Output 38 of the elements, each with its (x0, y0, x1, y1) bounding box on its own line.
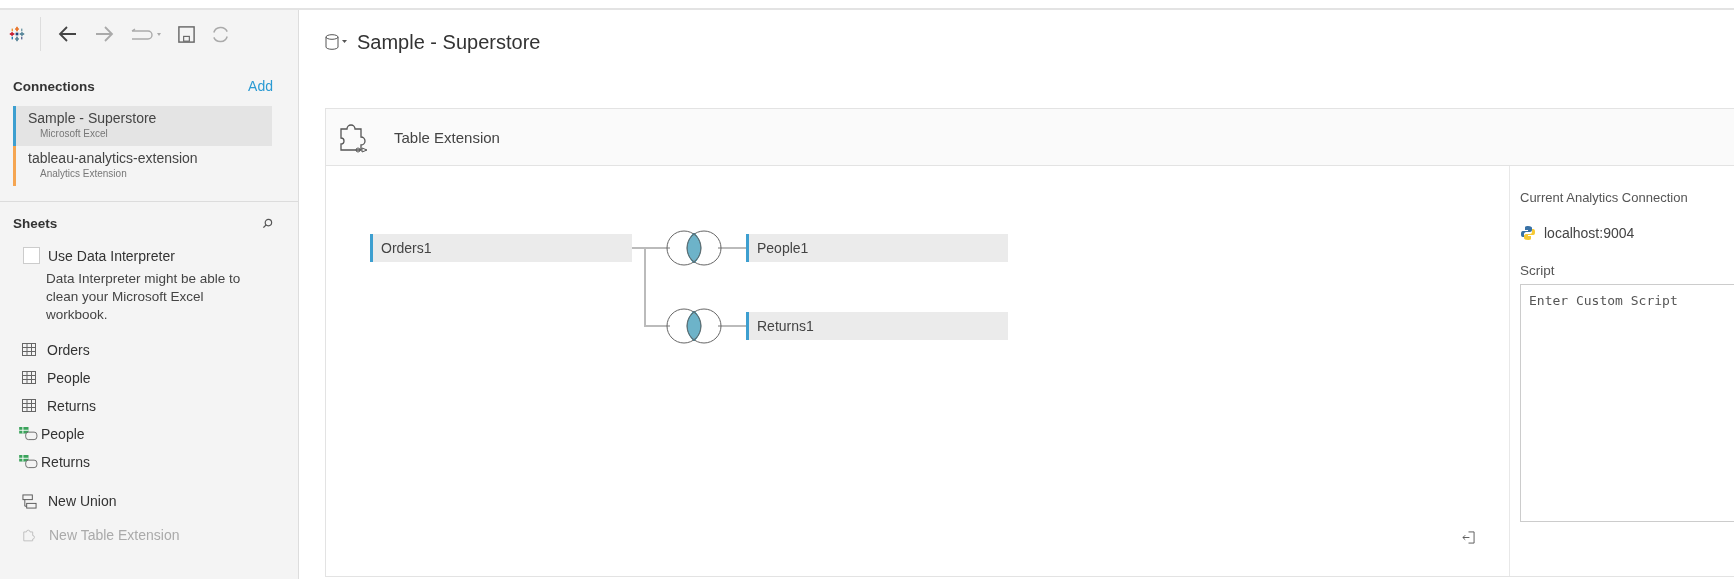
sheet-item[interactable]: Orders (47, 341, 90, 358)
table-icon (22, 399, 36, 412)
puzzle-icon (22, 527, 38, 543)
sheet-item[interactable]: People (41, 425, 85, 442)
datasource-title: Sample - Superstore (357, 30, 541, 54)
database-icon (325, 34, 349, 50)
inner-join-icon[interactable] (666, 308, 722, 344)
connection-name: localhost:9004 (1544, 225, 1635, 241)
panel-title: Table Extension (394, 128, 500, 146)
inner-join-icon[interactable] (666, 230, 722, 266)
sheet-item[interactable]: Returns (41, 453, 91, 470)
named-range-icon (19, 454, 38, 469)
python-icon (1520, 225, 1536, 241)
script-field[interactable]: Enter Custom Script (1520, 284, 1734, 522)
connection-item[interactable]: tableau-analytics-extension Analytics Extension (13, 146, 272, 186)
checkbox-label: Use Data Interpreter (48, 247, 175, 264)
sheet-item[interactable]: Returns (47, 397, 97, 414)
script-label: Script (1520, 263, 1556, 278)
table-node[interactable]: Orders1 (370, 234, 632, 262)
loop-arrow-icon (129, 27, 163, 41)
connection-heading: Current Analytics Connection (1520, 190, 1689, 205)
sheets-heading: Sheets (13, 216, 58, 231)
datasource-menu-button[interactable] (325, 34, 349, 50)
exit-icon[interactable] (1462, 531, 1475, 544)
union-icon (22, 493, 37, 509)
logo-icon (8, 25, 26, 43)
connections-heading: Connections (13, 78, 95, 94)
named-range-icon (19, 426, 38, 441)
table-icon (22, 343, 36, 356)
table-node[interactable]: Returns1 (746, 312, 1008, 340)
table-node[interactable]: People1 (746, 234, 1008, 262)
action-item[interactable]: New Union (22, 493, 298, 509)
table-icon (22, 371, 36, 384)
search-icon[interactable] (262, 218, 273, 229)
connection-item[interactable]: Sample - Superstore Microsoft Excel (13, 106, 272, 146)
interpreter-description: Data Interpreter might be able to clean your Microsoft Excel workbook. (46, 270, 242, 324)
sheet-item[interactable]: People (47, 369, 91, 386)
checkbox[interactable] (23, 247, 40, 264)
